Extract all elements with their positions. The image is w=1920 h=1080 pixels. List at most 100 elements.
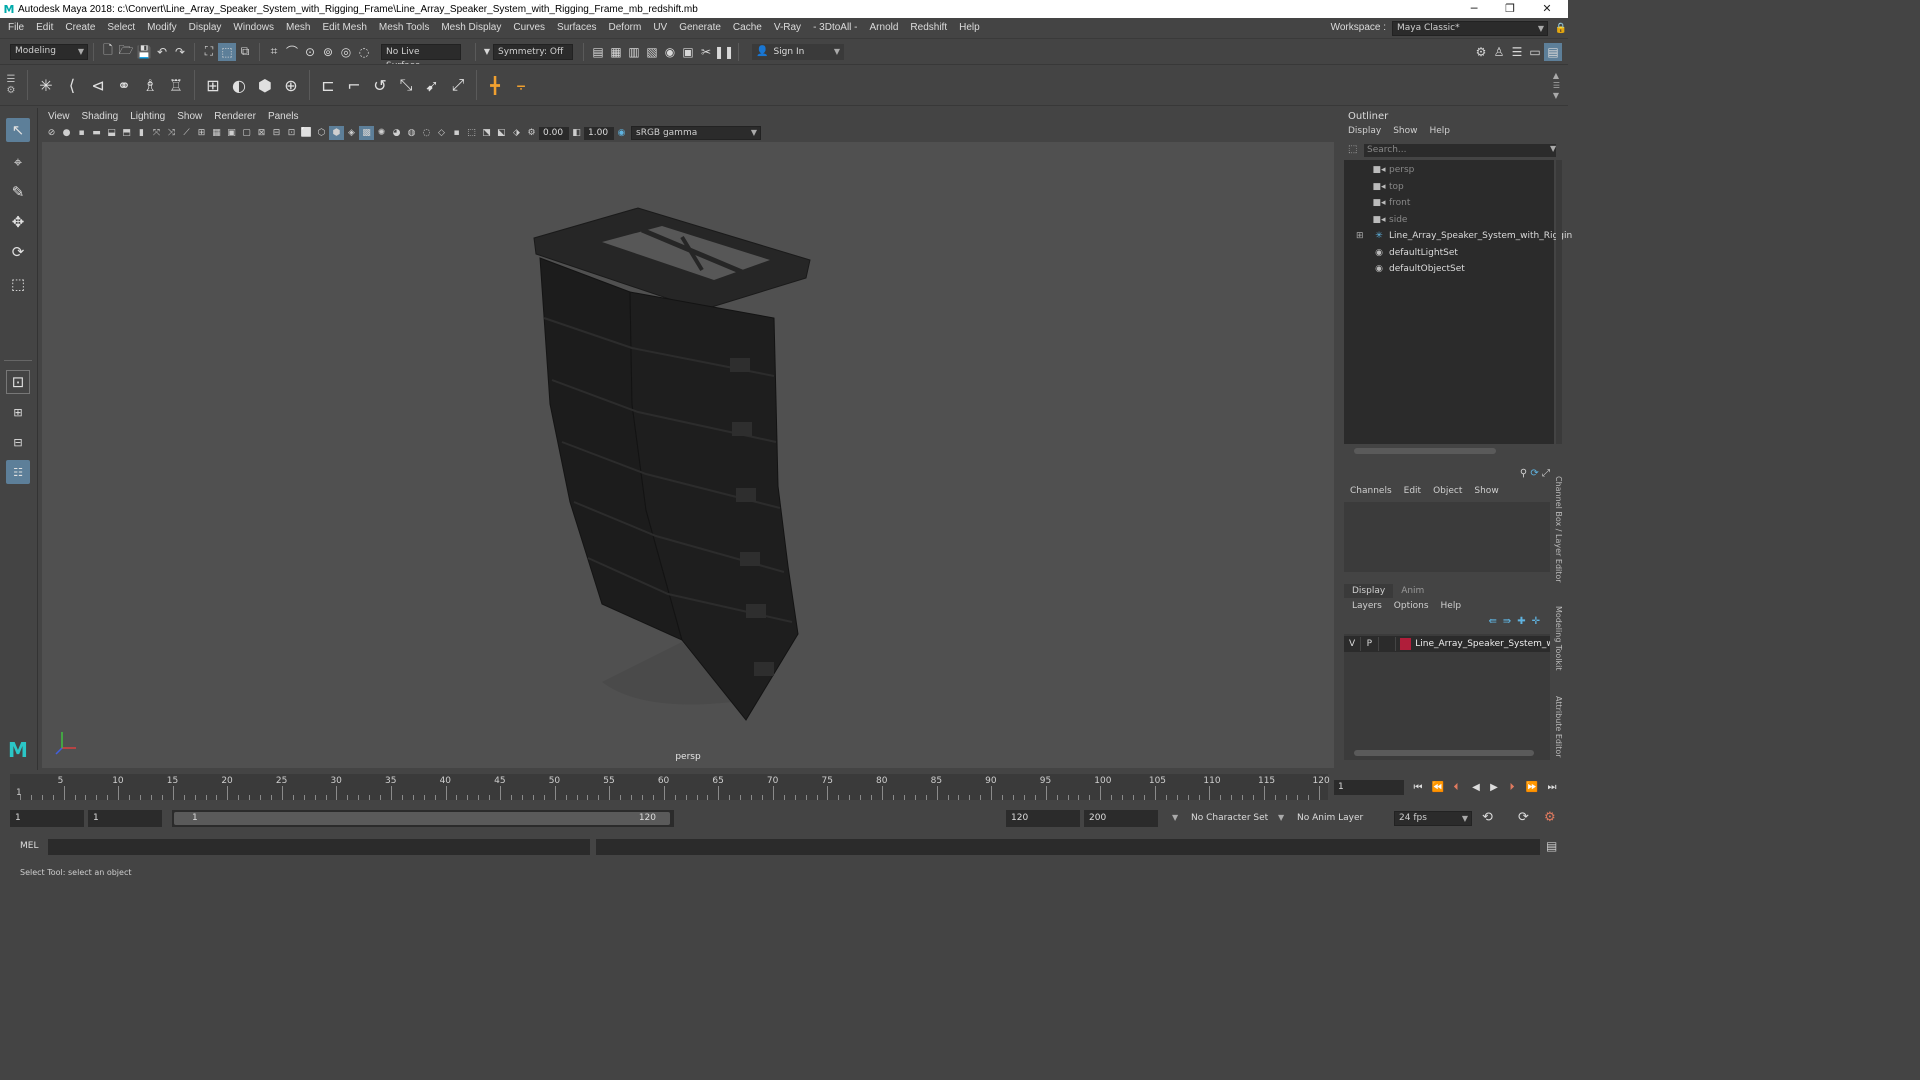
gamma-field[interactable]: 1.00 [584,126,614,140]
move-layer-up-icon[interactable]: ⇚ [1488,616,1502,627]
outliner-item[interactable]: ◉ defaultObjectSet [1372,261,1465,277]
menu-item-arnold[interactable]: Arnold [864,18,905,38]
menu-item-surfaces[interactable]: Surfaces [551,18,602,38]
menu-item-cache[interactable]: Cache [727,18,768,38]
menu-item-mesh[interactable]: Mesh [280,18,316,38]
tab-channel-box-layer-editor[interactable]: Channel Box / Layer Editor [1554,476,1563,583]
layer-row[interactable]: V P Line_Array_Speaker_System_wi [1344,636,1550,652]
menu-item-redshift[interactable]: Redshift [904,18,953,38]
outliner-menu-show[interactable]: Show [1393,126,1417,136]
sphere-icon[interactable]: ◍ [404,126,419,140]
render-setup-icon[interactable]: ✂ [697,43,715,61]
tab-display[interactable]: Display [1344,584,1394,598]
add-influence-icon[interactable]: ╋ [482,71,508,99]
parent-constraint-icon[interactable]: ⊏ [315,71,341,99]
render-settings-icon[interactable]: ▧ [643,43,661,61]
motion-blur-icon[interactable]: ◇ [434,126,449,140]
camera-settings-icon[interactable]: ⬗ [509,126,524,140]
chevron-down-icon[interactable]: ▼ [481,43,493,61]
outliner-item[interactable]: ⊞ ✳ Line_Array_Speaker_System_with_Riggin [1356,228,1572,244]
move-layer-down-icon[interactable]: ⇛ [1503,616,1517,627]
shadows-icon[interactable]: ⊡ [284,126,299,140]
menu-item-help[interactable]: Help [953,18,986,38]
animation-end-field[interactable]: 200 [1084,810,1158,827]
menu-item-select[interactable]: Select [101,18,141,38]
snap-surface-icon[interactable]: ◎ [337,43,355,61]
workspace-dropdown[interactable]: Maya Classic* ▼ [1392,20,1548,36]
attribute-editor-icon[interactable]: ☰ [1508,43,1526,61]
layer-menu-help[interactable]: Help [1441,601,1462,611]
shelf-scroll-icon[interactable]: ▲ ☰ ▼ [1553,71,1560,101]
outliner-search-input[interactable]: Search... [1364,144,1556,157]
sign-in-button[interactable]: 👤 Sign In ▼ [752,43,844,60]
screen-space-ao-icon[interactable]: ◌ [419,126,434,140]
character-set-field[interactable]: No Character Set [1186,810,1276,827]
pause-icon[interactable]: ❚❚ [714,43,734,61]
menu-item-windows[interactable]: Windows [227,18,280,38]
single-perspective-layout-icon[interactable]: ⊡ [6,370,30,394]
pole-vector-icon[interactable]: ⤢ [445,71,471,99]
menu-item-uv[interactable]: UV [647,18,673,38]
exposure-field[interactable]: 0.00 [539,126,569,140]
minimize-button[interactable]: ─ [1457,0,1491,18]
3d-viewport[interactable]: persp [42,142,1334,768]
menu-item-curves[interactable]: Curves [507,18,551,38]
select-component-icon[interactable]: ⧉ [236,43,254,61]
render-sequence-icon[interactable]: ▦ [607,43,625,61]
anti-alias-icon[interactable]: ▪ [449,126,464,140]
channel-box-menu-object[interactable]: Object [1433,486,1462,496]
lattice-icon[interactable]: ⊞ [200,71,226,99]
new-layer-icon[interactable]: ✚ [1517,616,1531,627]
field-chart-icon[interactable]: ⤧ [149,126,164,140]
viewport-menu-lighting[interactable]: Lighting [124,110,171,124]
isolate-select-icon[interactable]: ⬡ [314,126,329,140]
animation-prefs-icon[interactable]: ⚙ [1544,810,1556,825]
film-gate-icon[interactable]: ⬓ [104,126,119,140]
humanik-icon[interactable]: ♖ [163,71,189,99]
color-management-icon[interactable]: ◉ [614,126,629,140]
layer-name[interactable]: Line_Array_Speaker_System_wi [1415,639,1550,649]
playback-start-field[interactable]: 1 [88,810,162,827]
go-to-end-icon[interactable]: ⏭ [1544,780,1560,795]
outliner-item[interactable]: ■◂ front [1372,195,1410,211]
menu-item-modify[interactable]: Modify [141,18,182,38]
wrap-icon[interactable]: ◐ [226,71,252,99]
expand-icon[interactable]: ⤢ [1542,468,1550,479]
two-view-layout-icon[interactable]: ⊟ [6,430,30,454]
remove-influence-icon[interactable]: ⨪ [508,71,534,99]
textured-icon[interactable]: ⊠ [254,126,269,140]
loop-icon[interactable]: ⟲ [1482,810,1493,825]
viewport-menu-show[interactable]: Show [171,110,208,124]
wireframe-on-shaded-icon[interactable]: ▢ [239,126,254,140]
paint-select-icon[interactable]: ✎ [6,180,30,204]
channel-box-menu-edit[interactable]: Edit [1404,486,1421,496]
outliner-item[interactable]: ■◂ top [1372,179,1403,195]
menu-item-create[interactable]: Create [59,18,101,38]
outliner-hscrollbar[interactable] [1354,448,1496,454]
snap-grid-icon[interactable]: ⌗ [265,43,283,61]
render-view-icon[interactable]: ▣ [679,43,697,61]
menu-item-display[interactable]: Display [183,18,228,38]
layer-menu-options[interactable]: Options [1394,601,1429,611]
redo-icon[interactable]: ↷ [171,43,189,61]
bind-skin-icon[interactable]: ⚭ [111,71,137,99]
select-tool-icon[interactable]: ↖ [6,118,30,142]
image-plane-icon[interactable]: ▪ [74,126,89,140]
four-view-layout-icon[interactable]: ⊞ [6,400,30,424]
fps-dropdown[interactable]: 24 fps ▼ [1394,811,1472,826]
smooth-shade-icon[interactable]: ▣ [224,126,239,140]
menu-item-3dtoall[interactable]: - 3DtoAll - [807,18,863,38]
outliner-item[interactable]: ■◂ persp [1372,162,1414,178]
ik-spline-icon[interactable]: ⊲ [85,71,111,99]
character-controls-icon[interactable]: ♙ [1490,43,1508,61]
exposure-icon[interactable]: ⚙ [524,126,539,140]
undo-icon[interactable]: ↶ [153,43,171,61]
grid-icon[interactable]: ⊞ [194,126,209,140]
tab-modeling-toolkit[interactable]: Modeling Toolkit [1554,606,1563,670]
viewport-menu-shading[interactable]: Shading [76,110,125,124]
menu-item-deform[interactable]: Deform [603,18,648,38]
filter-icon[interactable]: ⬚ [1348,144,1357,155]
tab-attribute-editor[interactable]: Attribute Editor [1554,696,1563,758]
channel-box-icon[interactable]: ▤ [1544,43,1562,61]
pin-icon[interactable]: ⚲ [1520,468,1527,479]
